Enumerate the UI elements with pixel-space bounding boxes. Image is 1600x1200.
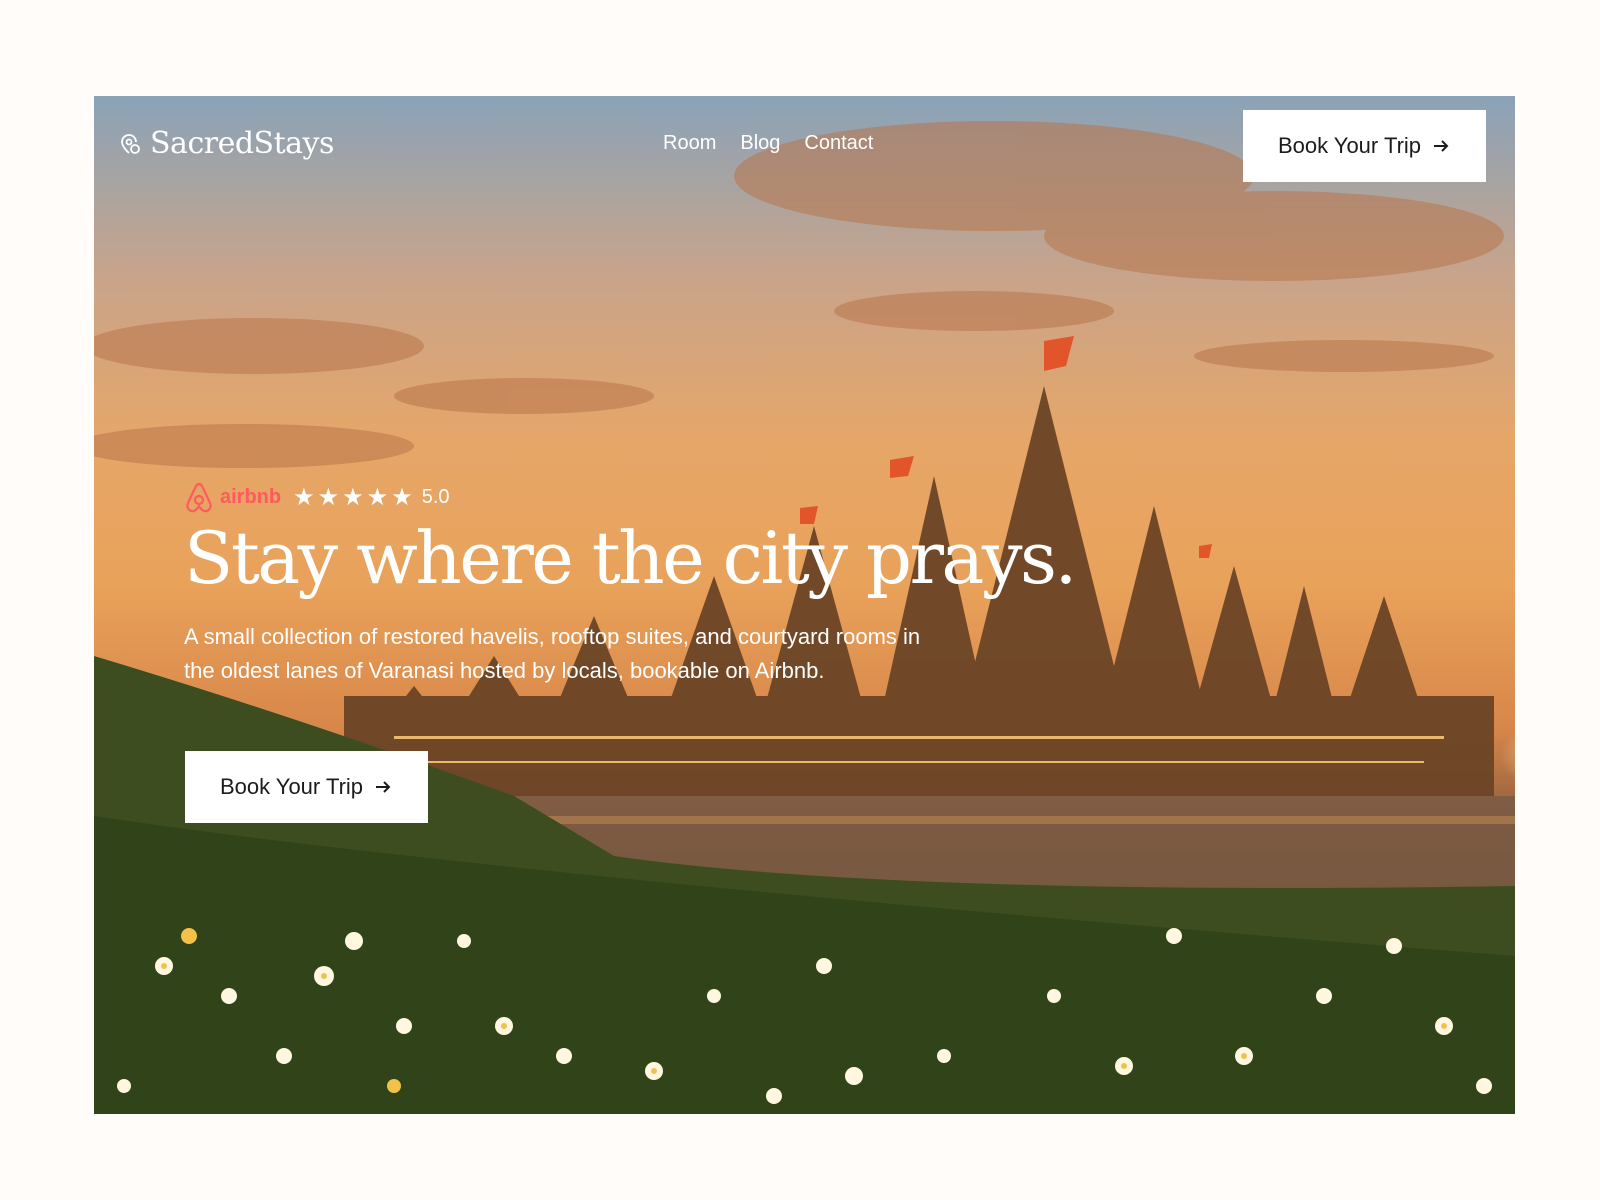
arrow-right-icon <box>376 781 391 793</box>
airbnb-logo-icon <box>186 482 212 513</box>
hero-subtext: A small collection of restored havelis, … <box>184 624 921 683</box>
header-book-trip-label: Book Your Trip <box>1277 133 1422 158</box>
hero-section: SacredStays Room Blog Contact Book Your … <box>94 96 1515 1114</box>
brand-logo[interactable]: SacredStays <box>118 126 334 161</box>
arrow-right-icon <box>1434 140 1449 152</box>
hero-headline: Stay where the city prays. <box>184 516 1077 600</box>
star-rating: ★★★★★ <box>293 483 416 511</box>
nav-link-contact[interactable]: Contact <box>804 132 873 155</box>
hero-book-trip-label: Book Your Trip <box>219 774 364 799</box>
brand-name: SacredStays <box>150 126 334 161</box>
nav-link-blog[interactable]: Blog <box>740 132 780 155</box>
airbnb-rating: airbnb ★★★★★ 5.0 <box>184 480 450 514</box>
header-book-trip-button[interactable]: Book Your Trip <box>1243 110 1486 182</box>
location-pin-icon <box>121 133 140 154</box>
hero-background-image <box>94 121 1515 1114</box>
hero-book-trip-button[interactable]: Book Your Trip <box>185 751 428 823</box>
rating-score: 5.0 <box>421 485 450 508</box>
main-nav: Room Blog Contact <box>663 132 873 155</box>
nav-link-room[interactable]: Room <box>663 132 716 155</box>
airbnb-wordmark: airbnb <box>220 485 282 508</box>
